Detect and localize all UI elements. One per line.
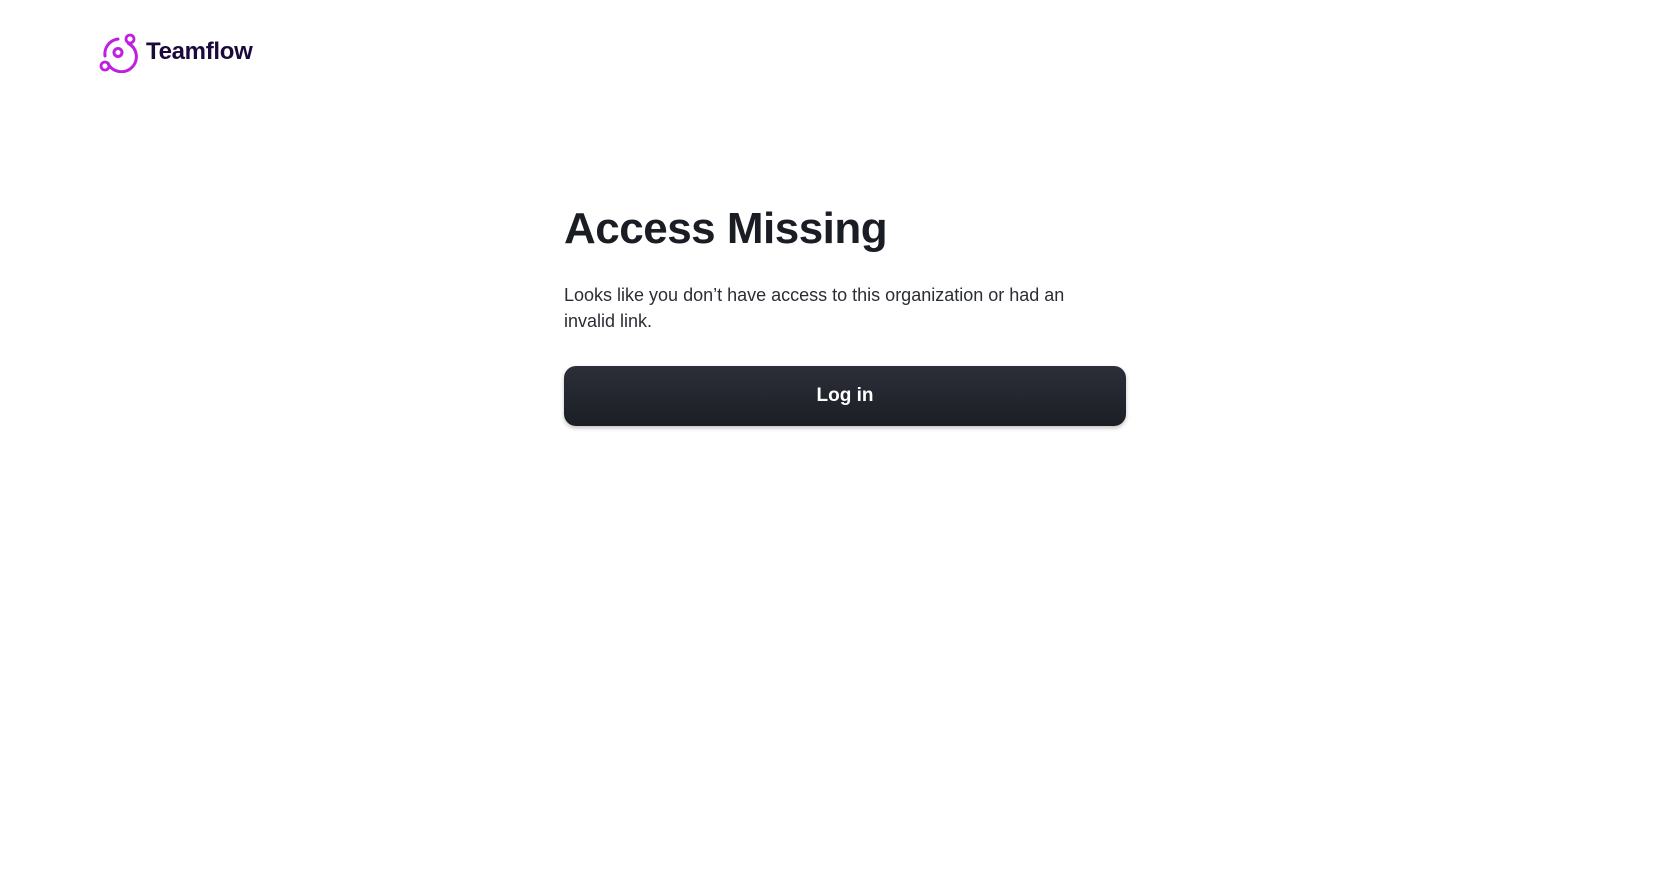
brand-name: Teamflow xyxy=(146,38,253,65)
page-title: Access Missing xyxy=(564,204,888,253)
teamflow-logo-icon xyxy=(99,33,138,73)
log-in-button[interactable]: Log in xyxy=(564,366,1126,426)
log-in-button-label: Log in xyxy=(816,385,874,406)
page: Teamflow Access Missing Looks like you d… xyxy=(0,0,1678,872)
access-message: Looks like you don’t have access to this… xyxy=(564,285,1065,331)
brand[interactable]: Teamflow xyxy=(98,31,253,73)
access-missing-panel: Access Missing Looks like you don’t have… xyxy=(564,196,1126,426)
